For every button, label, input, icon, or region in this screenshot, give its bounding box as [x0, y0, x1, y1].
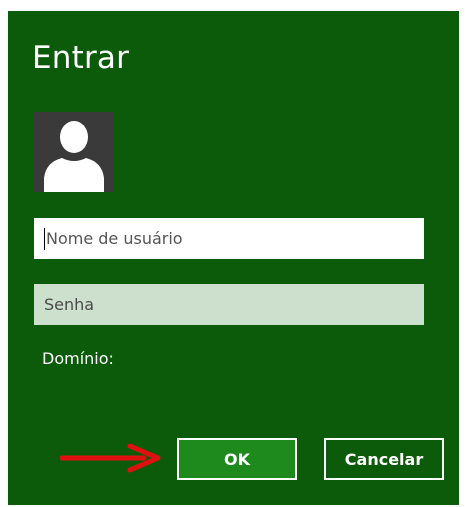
red-arrow-icon — [60, 443, 161, 473]
ok-button[interactable]: OK — [177, 438, 297, 480]
text-caret — [44, 228, 45, 250]
password-input[interactable] — [34, 284, 424, 325]
user-avatar — [34, 112, 114, 192]
domain-label: Domínio: — [42, 349, 114, 368]
user-silhouette-icon — [34, 112, 114, 192]
dialog-title: Entrar — [32, 40, 130, 76]
cancel-button[interactable]: Cancelar — [324, 438, 444, 480]
username-input[interactable] — [34, 218, 424, 259]
login-dialog: Entrar Domínio: OK Cancelar — [8, 11, 459, 505]
